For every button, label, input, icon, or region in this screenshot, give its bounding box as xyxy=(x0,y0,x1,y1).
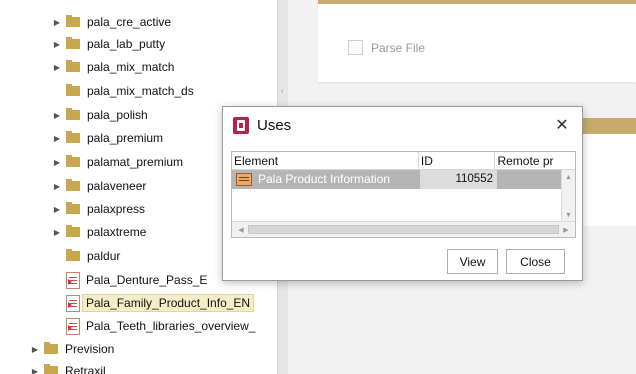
tree-item-label: Pala_Family_Product_Info_EN xyxy=(82,294,255,312)
folder-icon xyxy=(66,15,80,27)
document-icon xyxy=(66,317,80,335)
folder-icon xyxy=(66,84,80,96)
scroll-up-icon[interactable]: ▲ xyxy=(562,170,575,184)
document-icon xyxy=(66,294,80,312)
folder-icon xyxy=(66,108,80,120)
remote-cell xyxy=(497,170,562,189)
tree-item-palaveneer[interactable]: ▶ palaveneer xyxy=(52,175,146,197)
tree-item-label: pala_mix_match xyxy=(87,60,175,74)
document-icon xyxy=(66,271,80,289)
parse-file-label: Parse File xyxy=(371,40,426,55)
column-header-remote[interactable]: Remote pr xyxy=(495,152,575,170)
folder-icon xyxy=(44,342,58,354)
folder-icon xyxy=(66,179,80,191)
parse-file-option[interactable]: Parse File xyxy=(348,40,425,55)
parse-file-card: Parse File xyxy=(318,0,636,82)
expand-arrow-icon[interactable]: ▶ xyxy=(52,56,62,78)
tree-item-label: pala_lab_putty xyxy=(87,37,166,51)
tree-item-pala-lab-putty[interactable]: ▶ pala_lab_putty xyxy=(52,33,165,55)
tree-item-paldur[interactable]: ▶ paldur xyxy=(52,245,120,267)
element-name: Pala Product Information xyxy=(258,172,391,186)
tree-item-palaxpress[interactable]: ▶ palaxpress xyxy=(52,198,145,220)
tree-item-pala-polish[interactable]: ▶ pala_polish xyxy=(52,104,148,126)
tree-item-pala-mix-match[interactable]: ▶ pala_mix_match xyxy=(52,56,174,78)
tree-item-label: pala_polish xyxy=(87,108,148,122)
vertical-scrollbar[interactable]: ▲ ▼ xyxy=(561,170,575,222)
scroll-right-icon[interactable]: ▶ xyxy=(559,223,573,236)
expand-arrow-icon[interactable]: ▶ xyxy=(52,11,62,33)
tree-item-retraxil[interactable]: ▶ Retraxil xyxy=(30,360,106,374)
folder-icon xyxy=(66,131,80,143)
tree-item-palamat-premium[interactable]: ▶ palamat_premium xyxy=(52,151,183,173)
tree-item-palaxtreme[interactable]: ▶ palaxtreme xyxy=(52,221,146,243)
folder-icon xyxy=(66,249,80,261)
element-cell: Pala Product Information xyxy=(232,170,420,189)
tree-item-pala-cre-active[interactable]: ▶ pala_cre_active xyxy=(52,11,171,33)
scrollbar-thumb[interactable] xyxy=(248,225,559,234)
uses-dialog: Uses ✕ Element ID Remote pr Pala Product… xyxy=(222,106,583,281)
scroll-left-icon[interactable]: ◀ xyxy=(234,223,248,236)
dialog-titlebar[interactable]: Uses ✕ xyxy=(223,107,582,143)
folder-icon xyxy=(66,202,80,214)
expand-arrow-icon[interactable]: ▶ xyxy=(52,151,62,173)
folder-icon xyxy=(44,364,58,374)
tree-item-label: palamat_premium xyxy=(87,155,184,169)
uses-table: Element ID Remote pr Pala Product Inform… xyxy=(231,151,576,238)
column-header-element[interactable]: Element xyxy=(232,152,419,170)
tree-item-pala-mix-match-ds[interactable]: ▶ pala_mix_match_ds xyxy=(52,80,194,102)
expand-arrow-icon[interactable]: ▶ xyxy=(30,338,40,360)
table-header: Element ID Remote pr xyxy=(232,152,575,170)
expand-arrow-icon[interactable]: ▶ xyxy=(52,175,62,197)
view-button[interactable]: View xyxy=(447,249,498,274)
close-icon[interactable]: ✕ xyxy=(552,115,572,135)
scroll-down-icon[interactable]: ▼ xyxy=(562,208,575,222)
tree-item-label: Pala_Teeth_libraries_overview_ xyxy=(86,319,256,333)
tree-item-label: pala_cre_active xyxy=(87,15,172,29)
tree-item-label: Pala_Denture_Pass_E xyxy=(86,273,208,287)
collapse-arrow-icon[interactable]: ‹ xyxy=(281,88,285,96)
tree-item-label: Retraxil xyxy=(65,364,106,374)
dialog-title: Uses xyxy=(257,116,292,134)
parse-file-checkbox[interactable] xyxy=(348,40,363,55)
table-row[interactable]: Pala Product Information 110552 xyxy=(232,170,562,189)
tree-item-label: Prevision xyxy=(65,342,115,356)
tree-item-label: palaxpress xyxy=(87,202,146,216)
folder-icon xyxy=(66,37,80,49)
expand-arrow-icon[interactable]: ▶ xyxy=(52,104,62,126)
tree-item-pala-premium[interactable]: ▶ pala_premium xyxy=(52,127,163,149)
id-cell: 110552 xyxy=(420,170,497,189)
expand-arrow-icon[interactable]: ▶ xyxy=(52,221,62,243)
app-icon xyxy=(233,116,249,134)
tree-item-prevision[interactable]: ▶ Prevision xyxy=(30,338,114,360)
tree-item-label: paldur xyxy=(87,249,121,263)
expand-arrow-icon[interactable]: ▶ xyxy=(30,360,40,374)
tree-item-pala-teeth-libraries[interactable]: ▶ Pala_Teeth_libraries_overview_ xyxy=(52,315,255,337)
product-table-icon xyxy=(236,173,252,186)
expand-arrow-icon[interactable]: ▶ xyxy=(52,127,62,149)
tree-item-pala-family-product-info[interactable]: ▶ Pala_Family_Product_Info_EN xyxy=(52,292,255,314)
close-button[interactable]: Close xyxy=(506,249,565,274)
tree-item-pala-denture-pass[interactable]: ▶ Pala_Denture_Pass_E xyxy=(52,269,207,291)
expand-arrow-icon[interactable]: ▶ xyxy=(52,33,62,55)
tree-item-label: pala_mix_match_ds xyxy=(87,84,194,98)
horizontal-scrollbar[interactable]: ◀ ▶ xyxy=(232,221,575,237)
folder-icon xyxy=(66,60,80,72)
folder-icon xyxy=(66,225,80,237)
tree-item-label: palaxtreme xyxy=(87,225,147,239)
tree-item-label: pala_premium xyxy=(87,131,164,145)
column-header-id[interactable]: ID xyxy=(419,152,496,170)
folder-icon xyxy=(66,155,80,167)
tree-item-label: palaveneer xyxy=(87,179,147,193)
expand-arrow-icon[interactable]: ▶ xyxy=(52,198,62,220)
